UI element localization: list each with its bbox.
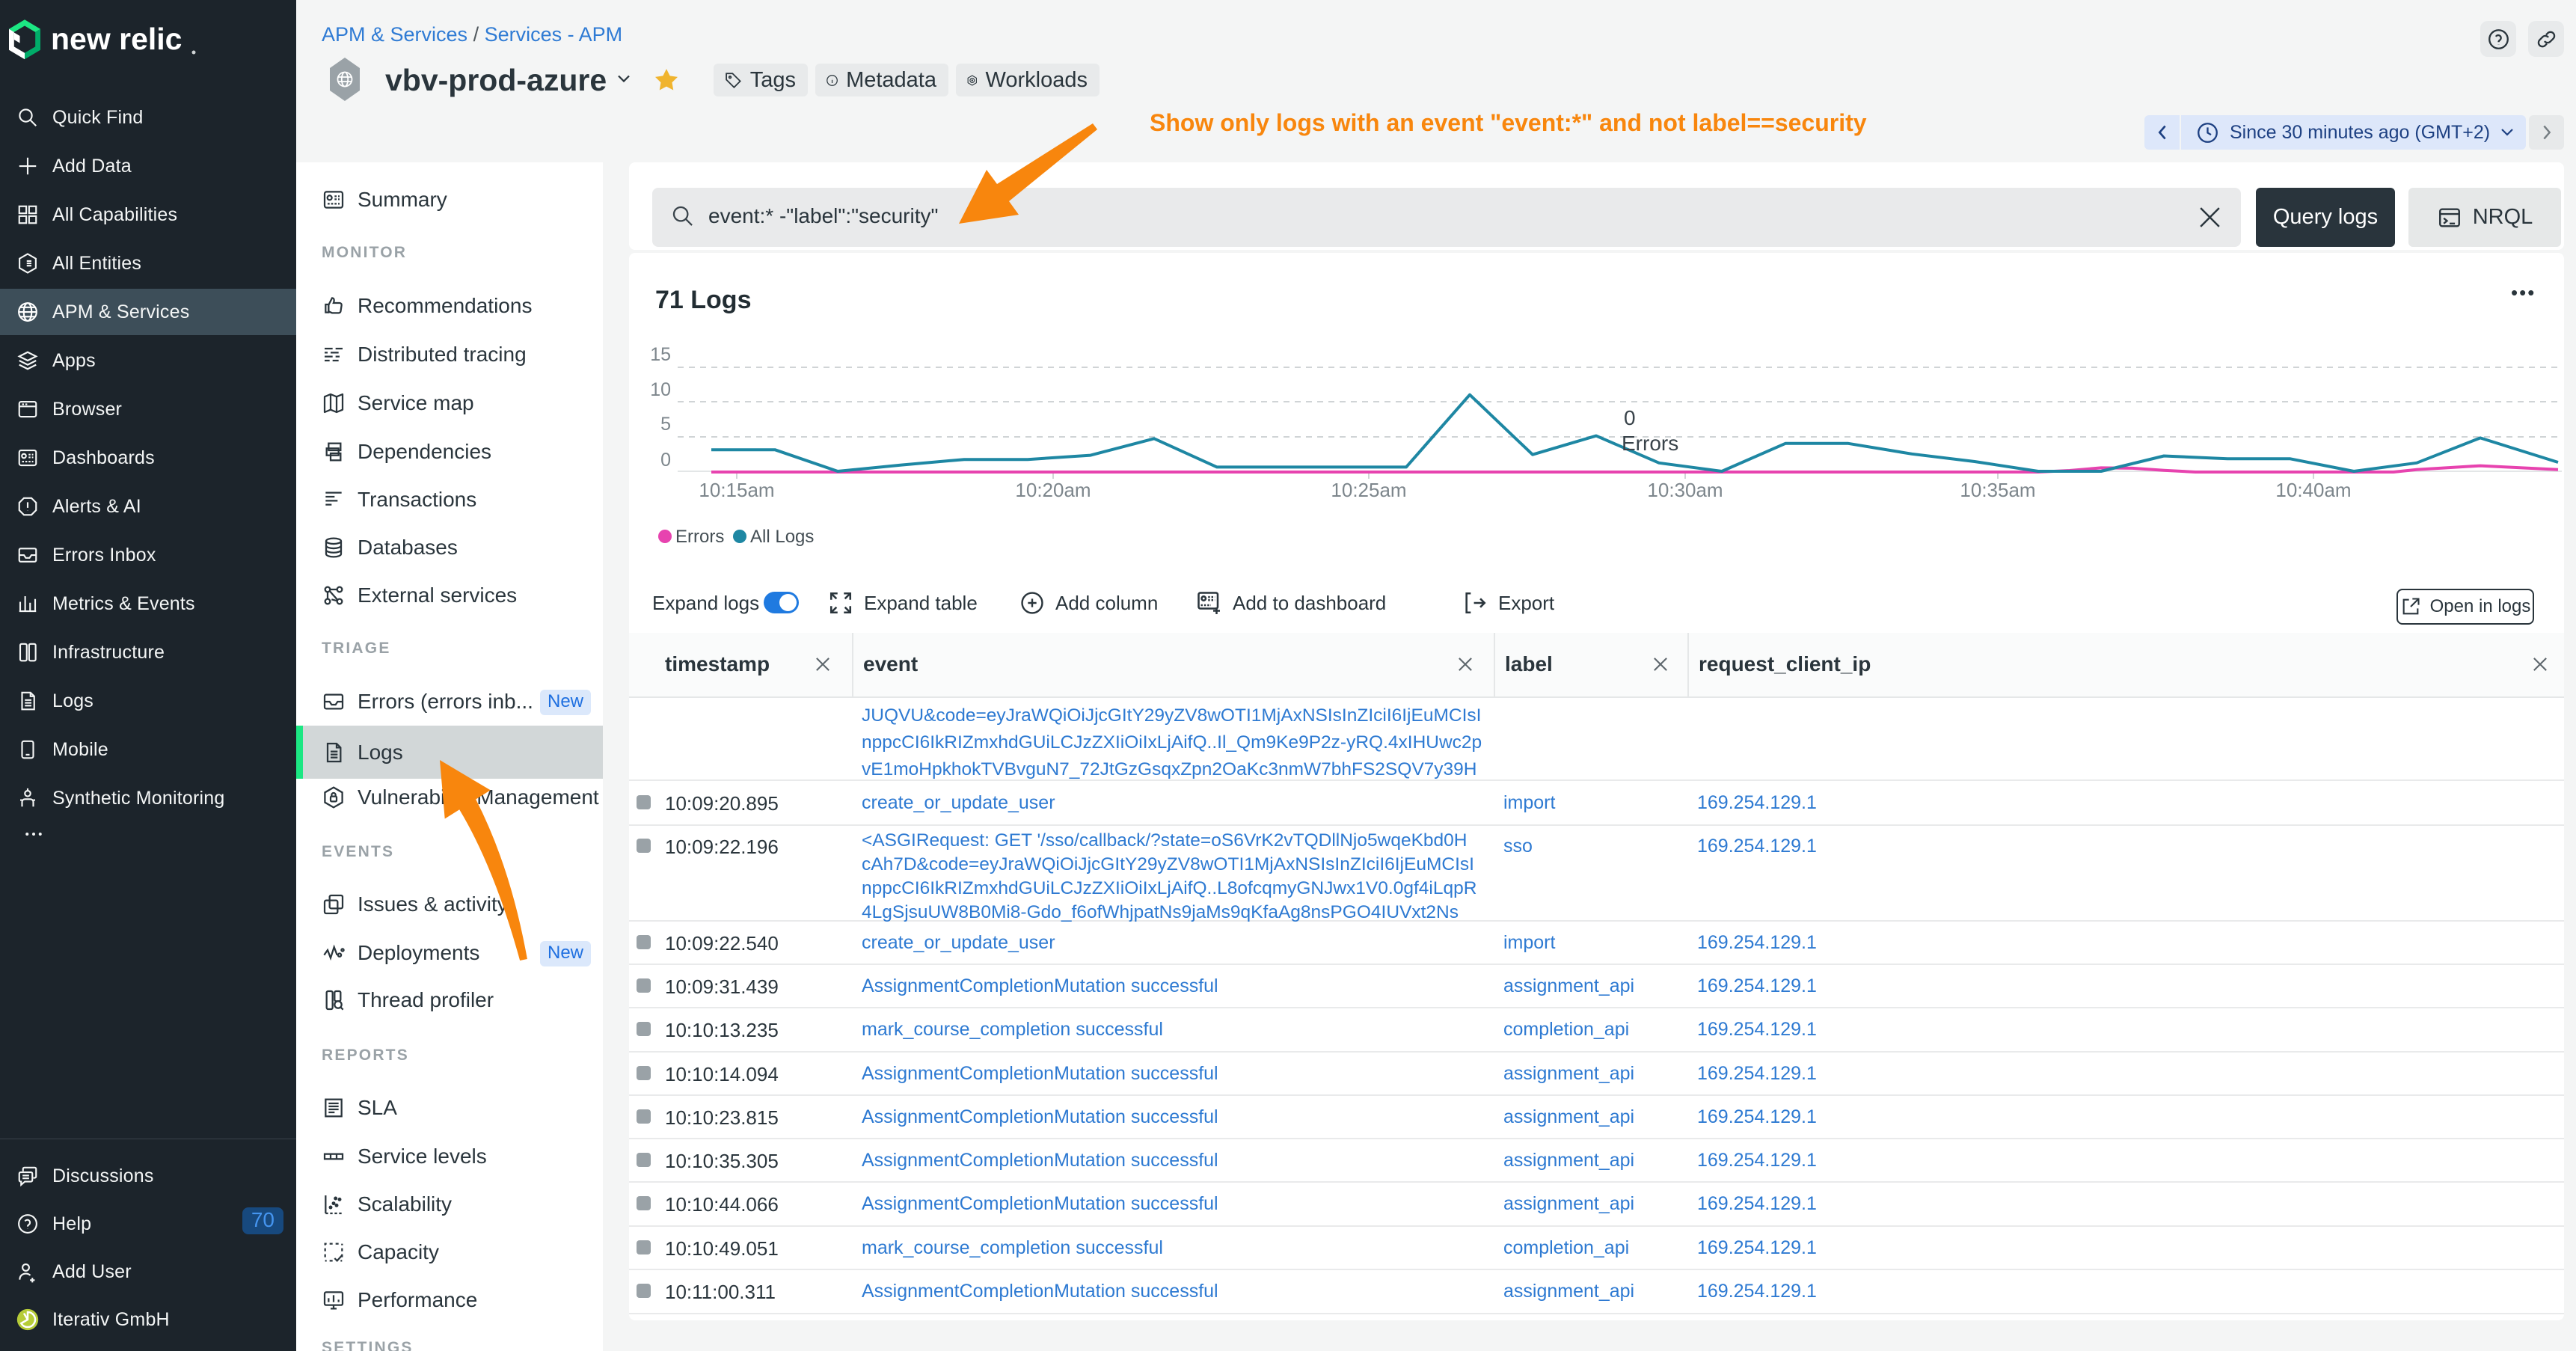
svg-text:new relic: new relic bbox=[51, 22, 182, 56]
svg-text:10: 10 bbox=[650, 379, 671, 400]
svg-text:0: 0 bbox=[1624, 406, 1636, 429]
svg-text:0: 0 bbox=[660, 450, 671, 471]
svg-text:10:20am: 10:20am bbox=[1015, 479, 1091, 501]
svg-text:10:25am: 10:25am bbox=[1331, 479, 1406, 501]
svg-text:All Logs: All Logs bbox=[750, 527, 814, 547]
svg-text:5: 5 bbox=[660, 414, 671, 435]
svg-text:15: 15 bbox=[650, 344, 671, 365]
svg-text:Errors: Errors bbox=[675, 527, 724, 547]
svg-text:10:30am: 10:30am bbox=[1647, 479, 1723, 501]
svg-text:Errors: Errors bbox=[1622, 432, 1678, 455]
svg-text:10:15am: 10:15am bbox=[699, 479, 774, 501]
svg-text:10:35am: 10:35am bbox=[1960, 479, 2035, 501]
svg-text:10:40am: 10:40am bbox=[2275, 479, 2351, 501]
